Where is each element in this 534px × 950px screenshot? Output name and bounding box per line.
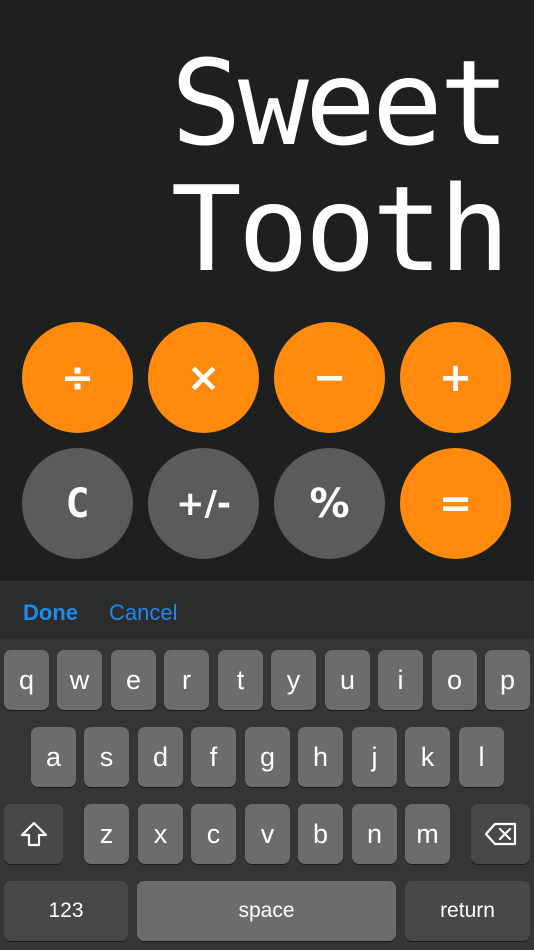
shift-key[interactable] [4,804,63,864]
display-line-2: Tooth [170,160,510,298]
key-i[interactable]: i [378,650,423,710]
delete-icon [484,822,516,846]
keyboard: q w e r t y u i o p a s d f g h j k l z … [0,639,534,950]
divide-button[interactable]: ÷ [22,322,133,433]
numbers-key[interactable]: 123 [4,881,128,941]
key-k[interactable]: k [405,727,450,787]
key-q[interactable]: q [4,650,49,710]
key-t[interactable]: t [218,650,263,710]
multiply-button[interactable]: × [148,322,259,433]
calculator-keypad: ÷ × − + C +/- % = [0,322,534,562]
sign-toggle-button[interactable]: +/- [148,448,259,559]
equals-button[interactable]: = [400,448,511,559]
key-l[interactable]: l [459,727,504,787]
key-m[interactable]: m [405,804,450,864]
key-c[interactable]: c [191,804,236,864]
key-p[interactable]: p [485,650,530,710]
done-button[interactable]: Done [23,600,78,626]
key-r[interactable]: r [164,650,209,710]
key-v[interactable]: v [245,804,290,864]
space-key[interactable]: space [137,881,396,941]
subtract-button[interactable]: − [274,322,385,433]
key-h[interactable]: h [298,727,343,787]
key-j[interactable]: j [352,727,397,787]
calculator-display: Sweet Tooth [0,0,534,310]
return-key[interactable]: return [405,881,530,941]
shift-icon [20,821,47,847]
key-a[interactable]: a [31,727,76,787]
key-o[interactable]: o [432,650,477,710]
key-w[interactable]: w [57,650,102,710]
display-line-1: Sweet [170,34,510,172]
key-n[interactable]: n [352,804,397,864]
cancel-button[interactable]: Cancel [109,600,177,626]
key-u[interactable]: u [325,650,370,710]
key-b[interactable]: b [298,804,343,864]
percent-button[interactable]: % [274,448,385,559]
key-y[interactable]: y [271,650,316,710]
key-g[interactable]: g [245,727,290,787]
key-z[interactable]: z [84,804,129,864]
keyboard-accessory-bar: Done Cancel [0,581,534,640]
key-f[interactable]: f [191,727,236,787]
calculator-screen: Sweet Tooth ÷ × − + C +/- % = Done Cance… [0,0,534,950]
key-x[interactable]: x [138,804,183,864]
clear-button[interactable]: C [22,448,133,559]
delete-key[interactable] [471,804,530,864]
key-e[interactable]: e [111,650,156,710]
key-d[interactable]: d [138,727,183,787]
key-s[interactable]: s [84,727,129,787]
add-button[interactable]: + [400,322,511,433]
